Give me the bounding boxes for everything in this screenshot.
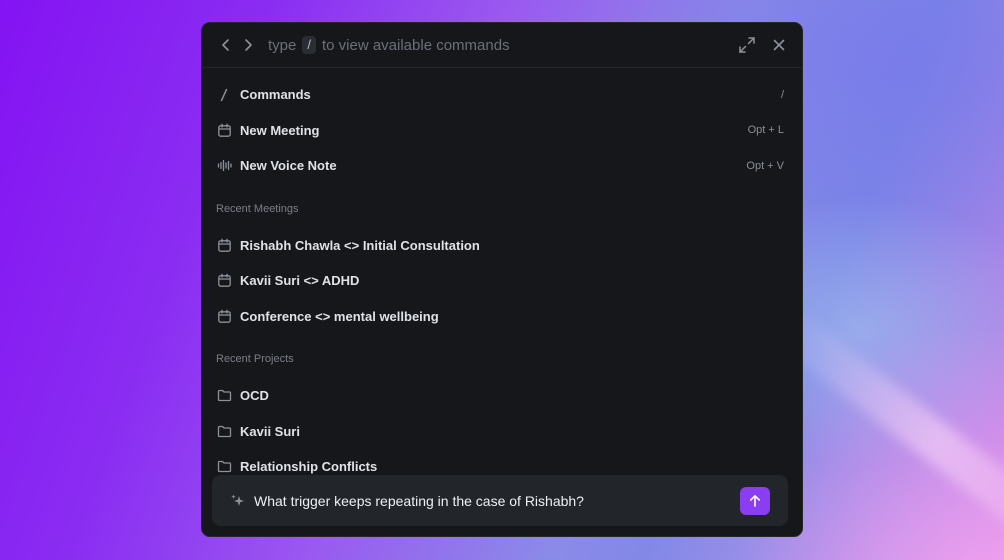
window-controls <box>738 36 786 54</box>
command-list: Commands / New Meeting Opt + L New Voice… <box>202 68 802 485</box>
project-label: OCD <box>240 388 269 404</box>
command-input[interactable]: type / to view available commands <box>268 36 510 54</box>
background-streak <box>767 304 1004 560</box>
waveform-icon <box>216 158 232 174</box>
hint-text-after: to view available commands <box>321 36 510 54</box>
close-icon[interactable] <box>772 38 786 52</box>
history-nav <box>220 38 254 52</box>
hint-text-before: type <box>268 36 297 54</box>
command-bar: type / to view available commands <box>202 23 802 68</box>
project-item[interactable]: OCD <box>202 378 802 414</box>
project-label: Relationship Conflicts <box>240 459 378 475</box>
sparkle-icon <box>230 493 246 509</box>
meeting-item[interactable]: Conference <> mental wellbeing <box>202 299 802 335</box>
section-heading-recent-projects: Recent Projects <box>216 353 294 365</box>
chevron-right-icon[interactable] <box>242 38 254 52</box>
section-heading-recent-meetings: Recent Meetings <box>216 202 299 215</box>
command-label: Commands <box>240 87 311 103</box>
project-item[interactable]: Kavii Suri <box>202 414 802 450</box>
shortcut-hint: Opt + V <box>746 159 784 172</box>
meeting-label: Conference <> mental wellbeing <box>240 308 439 324</box>
command-label: New Voice Note <box>240 158 337 174</box>
calendar-icon <box>216 122 232 138</box>
calendar-icon <box>216 273 232 289</box>
folder-icon <box>216 459 232 475</box>
command-item-new-voice-note[interactable]: New Voice Note Opt + V <box>202 148 802 184</box>
send-button[interactable] <box>740 486 770 515</box>
arrow-up-icon <box>748 494 762 508</box>
chevron-left-icon[interactable] <box>220 38 232 52</box>
folder-icon <box>216 423 232 439</box>
shortcut-hint: / <box>780 88 784 101</box>
expand-icon[interactable] <box>738 36 756 54</box>
calendar-icon <box>216 237 232 253</box>
command-item-commands[interactable]: Commands / <box>202 77 802 113</box>
slash-icon <box>216 87 232 103</box>
meeting-label: Rishabh Chawla <> Initial Consultation <box>240 237 480 253</box>
ask-composer[interactable]: What trigger keeps repeating in the case… <box>212 475 788 526</box>
folder-icon <box>216 388 232 404</box>
meeting-item[interactable]: Kavii Suri <> ADHD <box>202 263 802 299</box>
calendar-icon <box>216 308 232 324</box>
shortcut-hint: Opt + L <box>747 124 784 137</box>
meeting-item[interactable]: Rishabh Chawla <> Initial Consultation <box>202 228 802 264</box>
meeting-label: Kavii Suri <> ADHD <box>240 273 360 289</box>
command-palette: type / to view available commands Comman… <box>201 22 803 537</box>
command-item-new-meeting[interactable]: New Meeting Opt + L <box>202 113 802 149</box>
prompt-input[interactable]: What trigger keeps repeating in the case… <box>254 493 584 509</box>
project-label: Kavii Suri <box>240 423 300 439</box>
slash-key-chip: / <box>302 36 316 54</box>
command-label: New Meeting <box>240 122 320 138</box>
